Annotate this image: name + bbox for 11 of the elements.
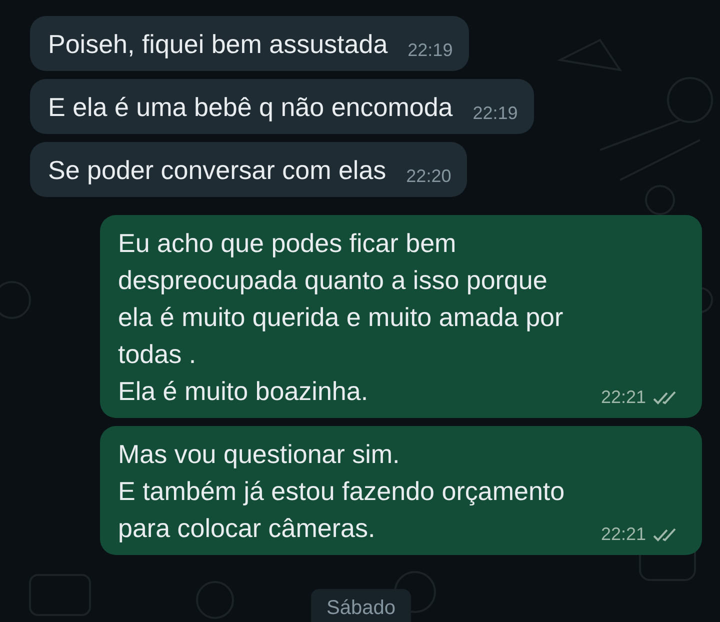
message-time: 22:21: [600, 524, 646, 545]
message-text: Poiseh, fiquei bem assustada: [48, 28, 388, 61]
date-chip: Sábado: [310, 589, 412, 622]
message-text: Eu acho que podes ficar bem despreocupada quanto a isso porque ela é muito querida e muito amada por todas . Ela é muito boazinha.: [118, 227, 564, 408]
message-time: 22:21: [600, 387, 646, 408]
message-text: Se poder conversar com elas: [48, 154, 386, 187]
message-time: 22:19: [408, 40, 453, 61]
message-text: E ela é uma bebê q não encomoda: [48, 91, 453, 124]
message-time: 22:19: [472, 103, 518, 124]
message-text: Mas vou questionar sim. E também já estou fazendo orçamento para colocar câmeras.: [118, 438, 565, 545]
message-time: 22:20: [406, 166, 452, 187]
